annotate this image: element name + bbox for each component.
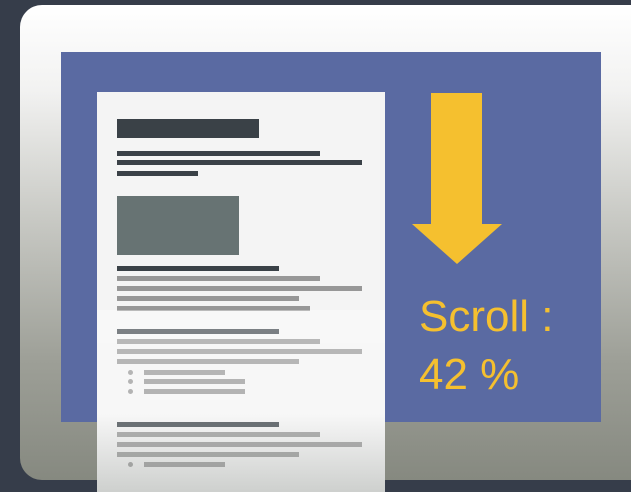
scroll-percent: 42 % — [419, 350, 520, 399]
scroll-label: Scroll : — [419, 292, 554, 341]
scroll-indicator: Scroll : 42 % — [419, 288, 553, 404]
